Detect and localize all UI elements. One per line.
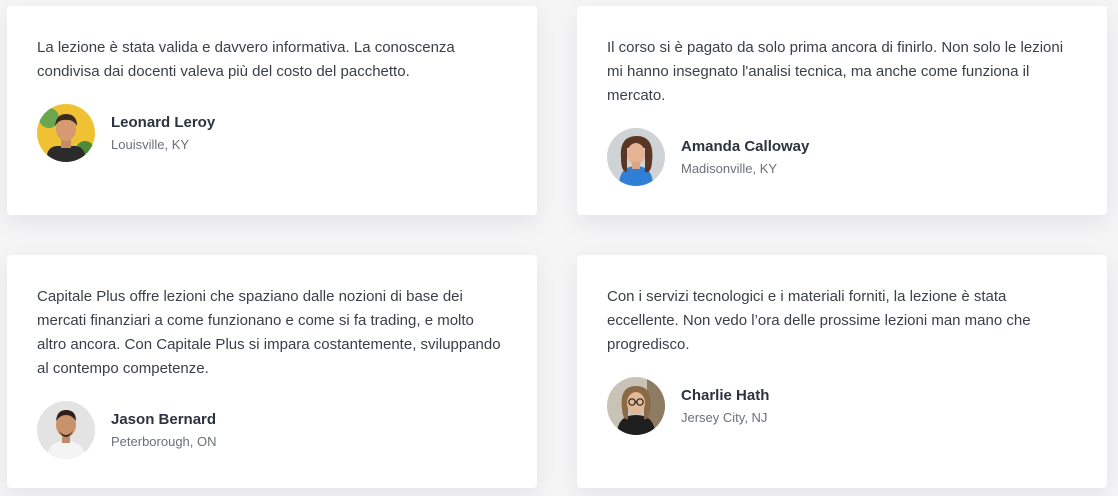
person-avatar-icon <box>607 128 665 186</box>
author-location: Louisville, KY <box>111 136 190 152</box>
testimonial-author: Leonard Leroy Louisville, KY <box>37 104 507 162</box>
testimonial-card: Capitale Plus offre lezioni che spaziano… <box>7 255 537 488</box>
author-name: Amanda Calloway <box>681 137 810 155</box>
testimonial-quote: La lezione è stata valida e davvero info… <box>37 39 455 80</box>
person-avatar-icon <box>37 104 95 162</box>
author-details: Jason Bernard Peterborough, ON <box>111 410 217 451</box>
testimonial-author: Jason Bernard Peterborough, ON <box>37 401 507 459</box>
testimonial-author: Amanda Calloway Madisonville, KY <box>607 128 1077 186</box>
author-location: Peterborough, ON <box>111 433 217 449</box>
testimonial-author: Charlie Hath Jersey City, NJ <box>607 377 1077 435</box>
author-name: Jason Bernard <box>111 410 217 428</box>
testimonials-grid: La lezione è stata valida e davvero info… <box>0 0 1118 496</box>
person-avatar-icon <box>607 377 665 435</box>
testimonial-quote: Con i servizi tecnologici e i materiali … <box>607 288 1031 353</box>
author-location: Jersey City, NJ <box>681 409 768 425</box>
author-name: Leonard Leroy <box>111 113 216 131</box>
author-details: Leonard Leroy Louisville, KY <box>111 113 215 154</box>
author-name: Charlie Hath <box>681 386 770 404</box>
testimonial-quote: Capitale Plus offre lezioni che spaziano… <box>37 288 501 377</box>
testimonial-card: Con i servizi tecnologici e i materiali … <box>577 255 1107 488</box>
author-location: Madisonville, KY <box>681 160 778 176</box>
author-details: Charlie Hath Jersey City, NJ <box>681 386 769 427</box>
testimonial-card: La lezione è stata valida e davvero info… <box>7 6 537 215</box>
testimonial-card: Il corso si è pagato da solo prima ancor… <box>577 6 1107 215</box>
person-avatar-icon <box>37 401 95 459</box>
author-details: Amanda Calloway Madisonville, KY <box>681 137 809 178</box>
testimonial-quote: Il corso si è pagato da solo prima ancor… <box>607 39 1064 104</box>
